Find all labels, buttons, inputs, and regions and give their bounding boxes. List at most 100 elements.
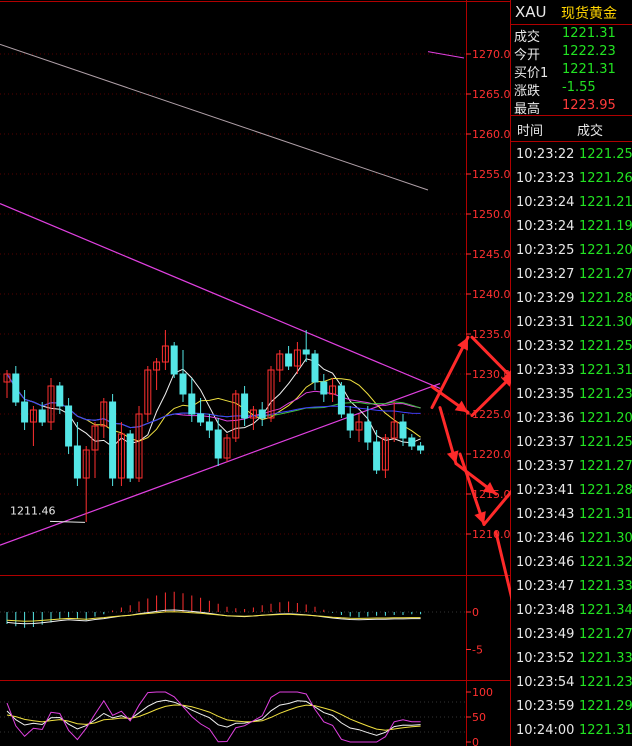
tick-time: 10:23:37 bbox=[516, 435, 575, 450]
tick-row[interactable]: 10:23:27 1221.27 bbox=[511, 263, 632, 287]
long-ma-line bbox=[0, 43, 429, 191]
tick-time: 10:23:24 bbox=[516, 195, 575, 210]
quote-value: 1222.23 bbox=[562, 44, 616, 59]
resistance-trendline bbox=[0, 203, 441, 389]
tick-row[interactable]: 10:23:59 1221.29 bbox=[511, 695, 632, 719]
tick-price: 1221.20 bbox=[579, 411, 632, 426]
tick-time: 10:23:41 bbox=[516, 483, 575, 498]
tick-time: 10:24:00 bbox=[516, 723, 575, 738]
candle-body bbox=[373, 441, 381, 471]
candle-body bbox=[170, 345, 178, 375]
kdj-d-line bbox=[6, 704, 421, 731]
ticks-time-header: 时间 bbox=[517, 124, 544, 139]
tick-row[interactable]: 10:23:47 1221.33 bbox=[511, 575, 632, 599]
macd-tick-label: 0 bbox=[472, 606, 479, 619]
tick-price: 1221.31 bbox=[579, 363, 632, 378]
tick-row[interactable]: 10:23:46 1221.30 bbox=[511, 527, 632, 551]
quote-row: 买价1 1221.31 bbox=[511, 61, 632, 81]
price-tick-label: 1240.0 bbox=[472, 288, 511, 301]
tick-price: 1221.23 bbox=[579, 387, 632, 402]
tick-row[interactable]: 10:23:41 1221.28 bbox=[511, 479, 632, 503]
tick-row[interactable]: 10:23:24 1221.19 bbox=[511, 215, 632, 239]
symbol-label: XAU bbox=[515, 3, 547, 21]
price-tick-label: 1260.0 bbox=[472, 128, 511, 141]
candle-body bbox=[179, 373, 187, 395]
tick-row[interactable]: 10:23:49 1221.27 bbox=[511, 623, 632, 647]
quote-row: 成交 1221.31 bbox=[511, 25, 632, 45]
candle-body bbox=[302, 349, 310, 355]
price-tick-label: 1210.0 bbox=[472, 528, 511, 541]
ticks-divider bbox=[511, 141, 632, 142]
chart-area[interactable]: 1210.01215.01220.01225.01230.01235.01240… bbox=[0, 0, 511, 746]
tick-time: 10:23:33 bbox=[516, 363, 575, 378]
tick-time: 10:23:46 bbox=[516, 531, 575, 546]
tick-price: 1221.30 bbox=[579, 315, 632, 330]
quote-row: 最高 1223.95 bbox=[511, 97, 632, 117]
tick-row[interactable]: 10:23:48 1221.34 bbox=[511, 599, 632, 623]
tick-price: 1221.27 bbox=[579, 267, 632, 282]
kdj-tick-label: 0 bbox=[472, 736, 479, 746]
tick-row[interactable]: 10:24:00 1221.31 bbox=[511, 719, 632, 743]
tick-time: 10:23:24 bbox=[516, 219, 575, 234]
candle-body bbox=[21, 401, 29, 423]
low-annotation-label: 1211.46 bbox=[10, 504, 56, 517]
tick-row[interactable]: 10:23:46 1221.32 bbox=[511, 551, 632, 575]
quote-row: 今开 1222.23 bbox=[511, 43, 632, 63]
tick-price: 1221.25 bbox=[579, 147, 632, 162]
tick-time: 10:23:23 bbox=[516, 171, 575, 186]
tick-price: 1221.20 bbox=[579, 243, 632, 258]
tick-time: 10:23:43 bbox=[516, 507, 575, 522]
candle-body bbox=[337, 385, 345, 415]
tick-row[interactable]: 10:23:43 1221.31 bbox=[511, 503, 632, 527]
tick-price: 1221.27 bbox=[579, 627, 632, 642]
tick-price: 1221.32 bbox=[579, 555, 632, 570]
tick-time: 10:23:31 bbox=[516, 315, 575, 330]
candle-body bbox=[320, 381, 328, 395]
price-tick-label: 1250.0 bbox=[472, 208, 511, 221]
tick-time: 10:23:25 bbox=[516, 243, 575, 258]
tick-row[interactable]: 10:23:31 1221.30 bbox=[511, 311, 632, 335]
quote-value: 1223.95 bbox=[562, 98, 616, 113]
tick-row[interactable]: 10:23:24 1221.21 bbox=[511, 191, 632, 215]
tick-time: 10:23:49 bbox=[516, 627, 575, 642]
price-tick-label: 1265.0 bbox=[472, 88, 511, 101]
tick-row[interactable]: 10:23:22 1221.25 bbox=[511, 143, 632, 167]
kdj-j-line bbox=[6, 691, 421, 743]
price-tick-label: 1235.0 bbox=[472, 328, 511, 341]
tick-time: 10:23:29 bbox=[516, 291, 575, 306]
tick-time: 10:23:35 bbox=[516, 387, 575, 402]
candle-body bbox=[399, 421, 407, 439]
tick-price: 1221.26 bbox=[579, 171, 632, 186]
ticks-price-header: 成交 bbox=[577, 124, 604, 139]
kdj-tick-label: 100 bbox=[472, 686, 493, 699]
candle-body bbox=[241, 393, 249, 419]
tick-price: 1221.19 bbox=[579, 219, 632, 234]
candle-body bbox=[417, 445, 425, 451]
candle-body bbox=[346, 413, 354, 431]
tick-row[interactable]: 10:23:36 1221.20 bbox=[511, 407, 632, 431]
tick-price: 1221.27 bbox=[579, 459, 632, 474]
tick-row[interactable]: 10:23:23 1221.26 bbox=[511, 167, 632, 191]
tick-row[interactable]: 10:23:29 1221.28 bbox=[511, 287, 632, 311]
candle-body bbox=[126, 433, 134, 479]
tick-row[interactable]: 10:23:37 1221.25 bbox=[511, 431, 632, 455]
tick-time: 10:23:32 bbox=[516, 339, 575, 354]
projection-arrow-shaft bbox=[494, 530, 511, 602]
candle-body bbox=[73, 445, 81, 479]
tick-row[interactable]: 10:23:32 1221.25 bbox=[511, 335, 632, 359]
candle-body bbox=[408, 437, 416, 447]
tick-row[interactable]: 10:23:35 1221.23 bbox=[511, 383, 632, 407]
candle-body bbox=[205, 421, 213, 431]
tick-row[interactable]: 10:23:37 1221.27 bbox=[511, 455, 632, 479]
tick-row[interactable]: 10:23:54 1221.23 bbox=[511, 671, 632, 695]
tick-time: 10:23:36 bbox=[516, 411, 575, 426]
candle-body bbox=[56, 385, 64, 407]
tick-price: 1221.33 bbox=[579, 579, 632, 594]
tick-row[interactable]: 10:23:52 1221.33 bbox=[511, 647, 632, 671]
candle-body bbox=[311, 353, 319, 383]
tick-row[interactable]: 10:23:33 1221.31 bbox=[511, 359, 632, 383]
price-tick-label: 1255.0 bbox=[472, 168, 511, 181]
quote-value: 1221.31 bbox=[562, 62, 616, 77]
price-tick-label: 1220.0 bbox=[472, 448, 511, 461]
tick-row[interactable]: 10:23:25 1221.20 bbox=[511, 239, 632, 263]
